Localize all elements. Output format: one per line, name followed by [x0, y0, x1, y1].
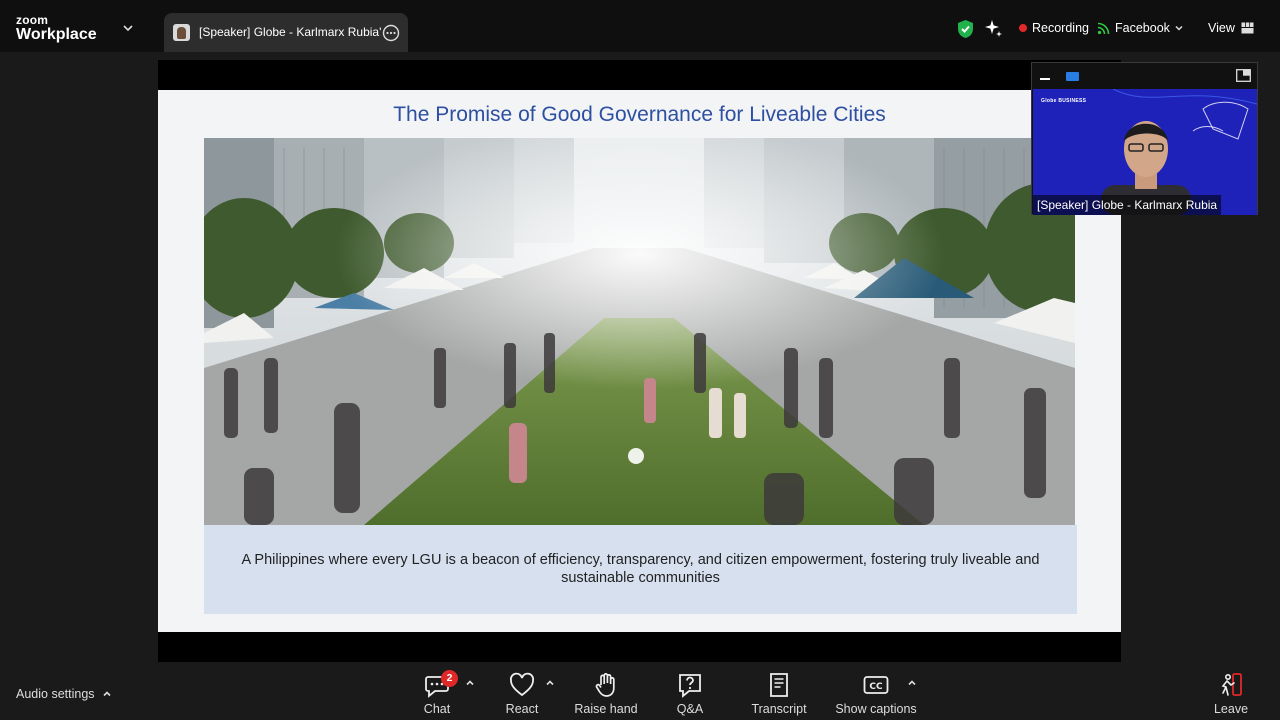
zoom-window: zoom Workplace [Speaker] Globe - Karlmar…: [0, 0, 1280, 720]
park-scene-image: [204, 138, 1075, 525]
chevron-up-icon[interactable]: [545, 678, 555, 688]
brand-zoom: zoom: [16, 13, 49, 27]
svg-text:CC: CC: [869, 682, 883, 692]
camera-icon[interactable]: [1066, 72, 1079, 81]
audio-settings-button[interactable]: Audio settings: [16, 687, 112, 701]
hand-icon: [595, 673, 615, 697]
slide-caption-box: A Philippines where every LGU is a beaco…: [204, 525, 1077, 614]
thumbnail-controls: [1032, 63, 1257, 88]
speaker-video: Globe BUSINESS [Speaker] Globe - Karlmar…: [1033, 89, 1257, 215]
view-label: View: [1208, 21, 1235, 35]
thumbnail-logo: Globe BUSINESS: [1041, 98, 1087, 104]
audio-settings-label: Audio settings: [16, 687, 95, 701]
leave-icon: [1221, 673, 1242, 696]
captions-label: Show captions: [835, 702, 917, 716]
react-button[interactable]: React: [497, 670, 547, 718]
recording-indicator[interactable]: Recording: [1019, 21, 1089, 35]
chevron-up-icon: [102, 691, 111, 697]
record-dot-icon: [1019, 24, 1027, 32]
transcript-icon: [770, 673, 788, 697]
meeting-tab[interactable]: [Speaker] Globe - Karlmarx Rubia': [164, 13, 408, 52]
layout-icon[interactable]: [1236, 69, 1251, 82]
show-captions-button[interactable]: CC Show captions: [834, 670, 918, 718]
speaker-video-thumbnail[interactable]: Globe BUSINESS [Speaker] Globe - Karlmar…: [1031, 62, 1258, 215]
transcript-button[interactable]: Transcript: [748, 670, 810, 718]
sparkle-icon[interactable]: [984, 19, 1003, 38]
qa-label: Q&A: [676, 702, 704, 716]
qa-button[interactable]: Q&A: [665, 670, 715, 718]
cc-icon: CC: [863, 676, 889, 694]
slide-title: The Promise of Good Governance for Livea…: [393, 103, 886, 126]
slide-photo: [204, 138, 1075, 525]
chevron-down-icon[interactable]: [121, 21, 135, 35]
brand-workplace: Workplace: [16, 26, 97, 43]
more-icon[interactable]: [382, 24, 400, 42]
chevron-up-icon[interactable]: [907, 678, 917, 688]
app-brand[interactable]: zoom Workplace: [16, 14, 97, 43]
chat-label: Chat: [423, 702, 451, 716]
live-stream-label: Facebook: [1115, 21, 1170, 35]
transcript-label: Transcript: [751, 702, 807, 716]
shared-screen[interactable]: The Promise of Good Governance for Livea…: [158, 60, 1121, 662]
chevron-down-icon: [1175, 25, 1183, 31]
top-bar: zoom Workplace [Speaker] Globe - Karlmar…: [0, 0, 1280, 52]
live-stream-menu[interactable]: Facebook: [1097, 21, 1189, 35]
raise-hand-label: Raise hand: [574, 702, 638, 716]
raise-hand-button[interactable]: Raise hand: [572, 670, 640, 718]
leave-button[interactable]: Leave: [1208, 670, 1254, 718]
avatar-icon: [173, 24, 190, 41]
presentation-slide: The Promise of Good Governance for Livea…: [158, 90, 1121, 632]
minimize-icon[interactable]: [1039, 70, 1051, 82]
question-icon: [679, 674, 701, 698]
recording-label: Recording: [1032, 21, 1089, 35]
leave-label: Leave: [1213, 702, 1249, 716]
heart-icon: [510, 672, 534, 697]
live-stream-icon: [1097, 22, 1110, 34]
chevron-up-icon[interactable]: [465, 678, 475, 688]
tab-title: [Speaker] Globe - Karlmarx Rubia': [199, 25, 382, 39]
view-button[interactable]: View: [1208, 21, 1254, 35]
grid-view-icon: [1241, 22, 1254, 34]
shield-check-icon[interactable]: [956, 19, 975, 39]
speaker-name-label: [Speaker] Globe - Karlmarx Rubia: [1033, 195, 1222, 215]
slide-caption: A Philippines where every LGU is a beaco…: [241, 552, 1040, 586]
react-label: React: [505, 702, 539, 716]
chat-unread-badge: 2: [441, 670, 458, 687]
